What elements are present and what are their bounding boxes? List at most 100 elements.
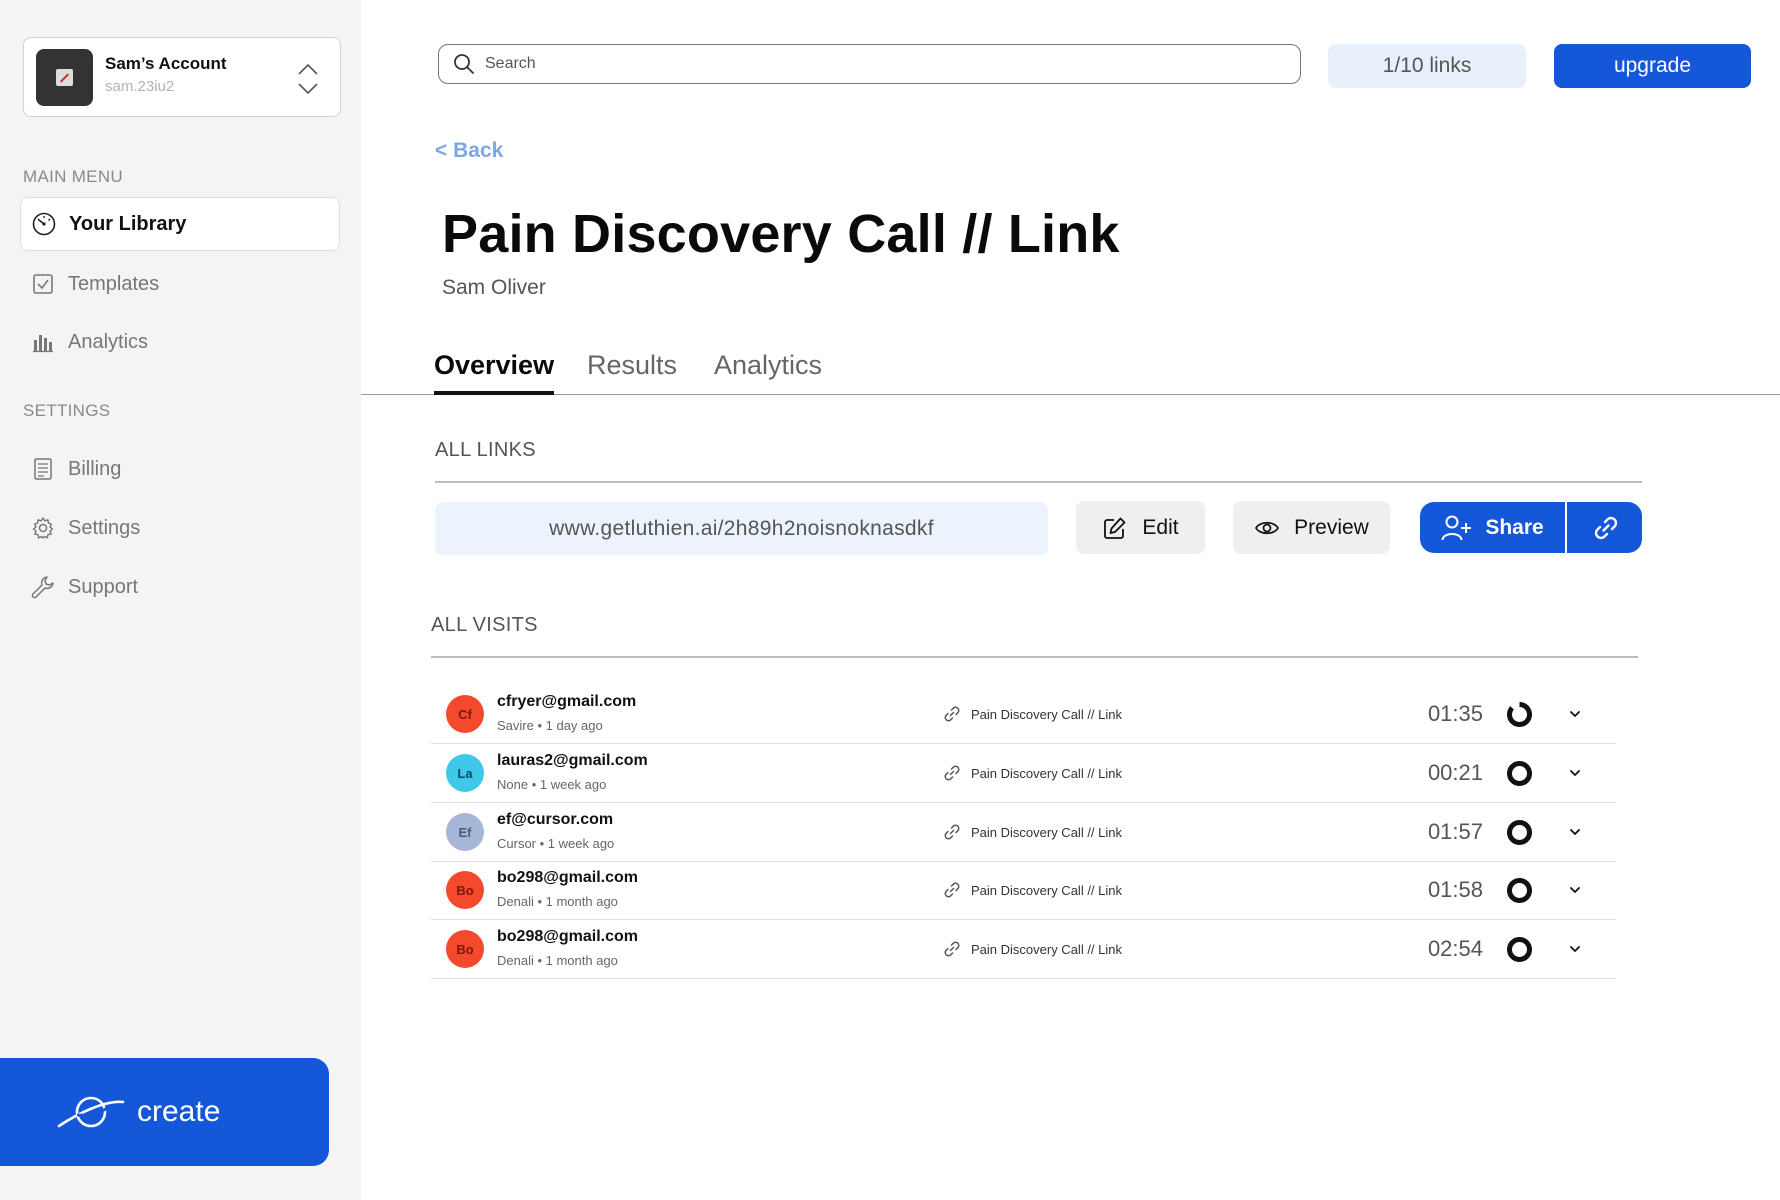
visit-meta: Savire • 1 day ago [497,718,603,733]
visit-link-label: Pain Discovery Call // Link [971,765,1122,781]
chevron-updown-icon [298,63,318,95]
visit-link-ref[interactable]: Pain Discovery Call // Link [943,940,1122,958]
account-handle: sam.23iu2 [105,78,175,95]
sidebar-item-your-library[interactable]: Your Library [20,197,340,251]
planet-icon [57,1096,125,1128]
chevron-down-icon[interactable] [1567,765,1583,781]
sidebar-item-templates[interactable]: Templates [20,257,340,311]
preview-button[interactable]: Preview [1233,501,1390,554]
chevron-down-icon[interactable] [1567,882,1583,898]
visit-link-ref[interactable]: Pain Discovery Call // Link [943,881,1122,899]
visit-row[interactable]: Bo bo298@gmail.com Denali • 1 month ago Pai… [431,861,1616,920]
visit-row[interactable]: Cf cfryer@gmail.com Savire • 1 day ago Pain… [431,685,1616,744]
sidebar-item-label: Your Library [69,212,187,235]
link-icon [944,824,960,840]
progress-ring-icon [1507,937,1532,962]
add-user-icon [1441,515,1472,540]
visit-row[interactable]: La lauras2@gmail.com None • 1 week ago Pain… [431,744,1616,803]
main-menu-label: MAIN MENU [23,167,123,186]
share-label: Share [1485,515,1544,539]
link-icon [944,765,960,781]
divider [431,656,1638,658]
visit-link-label: Pain Discovery Call // Link [971,882,1122,898]
visitor-email: ef@cursor.com [497,811,614,828]
back-link[interactable]: < Back [435,139,503,163]
receipt-icon [30,456,56,482]
visit-link-ref[interactable]: Pain Discovery Call // Link [943,823,1122,841]
create-button[interactable]: create [0,1058,329,1166]
visit-link-ref[interactable]: Pain Discovery Call // Link [943,764,1122,782]
link-icon [944,941,960,957]
sidebar-item-billing[interactable]: Billing [20,442,340,496]
chevron-down-icon[interactable] [1567,706,1583,722]
tab-overview[interactable]: Overview [434,350,555,395]
progress-ring-icon [1507,878,1532,903]
visit-row[interactable]: Bo bo298@gmail.com Denali • 1 month ago Pai… [431,920,1616,979]
edit-button[interactable]: Edit [1076,501,1205,554]
visit-row[interactable]: Ef ef@cursor.com Cursor • 1 week ago Pain D… [431,803,1616,862]
tab-analytics[interactable]: Analytics [714,350,822,395]
divider [435,481,1642,483]
visit-link-label: Pain Discovery Call // Link [971,824,1122,840]
eye-icon [1254,515,1280,541]
search-input[interactable]: Search [438,44,1301,84]
sidebar-item-label: Analytics [68,330,149,353]
sidebar-item-label: Settings [68,516,141,539]
create-label: create [137,1095,221,1128]
share-button-group: Share [1420,502,1642,553]
visit-duration: 00:21 [1427,760,1483,785]
tab-results[interactable]: Results [587,350,677,395]
visitor-email: bo298@gmail.com [497,928,638,945]
all-visits-label: ALL VISITS [431,614,538,636]
account-name: Sam’s Account [105,54,227,73]
settings-label: SETTINGS [23,401,111,420]
bar-chart-icon [30,329,56,355]
link-icon [1594,516,1617,539]
copy-link-button[interactable] [1569,502,1642,553]
progress-ring-icon [1507,820,1532,845]
upgrade-button[interactable]: upgrade [1554,44,1751,88]
sidebar: Sam’s Account sam.23iu2 MAIN MENU Your L… [0,0,361,1200]
account-switcher[interactable]: Sam’s Account sam.23iu2 [23,37,341,117]
wrench-icon [30,574,56,600]
visitor-email: cfryer@gmail.com [497,693,637,710]
visit-duration: 02:54 [1427,936,1483,961]
sidebar-item-settings[interactable]: Settings [20,501,340,555]
visit-duration: 01:35 [1427,701,1483,726]
chevron-down-icon[interactable] [1567,824,1583,840]
avatar: La [446,754,484,792]
edit-icon [1102,515,1128,541]
page-title: Pain Discovery Call // Link [442,204,1120,264]
sidebar-item-label: Billing [68,457,122,480]
avatar: Bo [446,871,484,909]
sidebar-item-label: Templates [68,272,160,295]
visit-link-label: Pain Discovery Call // Link [971,706,1122,722]
sidebar-item-analytics[interactable]: Analytics [20,315,340,369]
sidebar-item-support[interactable]: Support [20,560,340,614]
links-count-badge: 1/10 links [1328,44,1526,88]
share-button[interactable]: Share [1420,502,1567,553]
avatar: Bo [446,930,484,968]
link-icon [944,706,960,722]
search-icon [454,54,474,74]
visit-meta: Cursor • 1 week ago [497,836,615,851]
visitor-email: bo298@gmail.com [497,869,638,886]
edit-label: Edit [1142,515,1179,539]
gauge-icon [31,211,57,237]
link-icon [944,882,960,898]
visitor-email: lauras2@gmail.com [497,752,648,769]
visit-meta: Denali • 1 month ago [497,953,618,968]
checkbox-icon [30,271,56,297]
visit-meta: None • 1 week ago [497,777,607,792]
page-subtitle: Sam Oliver [442,276,546,299]
visit-duration: 01:57 [1427,819,1483,844]
link-url-field[interactable]: www.getluthien.ai/2h89h2noisnoknasdkf [435,502,1048,555]
search-placeholder: Search [485,55,536,72]
visit-duration: 01:58 [1427,877,1483,902]
visit-link-ref[interactable]: Pain Discovery Call // Link [943,705,1122,723]
chevron-down-icon[interactable] [1567,941,1583,957]
visit-meta: Denali • 1 month ago [497,894,618,909]
visit-link-label: Pain Discovery Call // Link [971,941,1122,957]
avatar: Ef [446,813,484,851]
sidebar-item-label: Support [68,575,139,598]
